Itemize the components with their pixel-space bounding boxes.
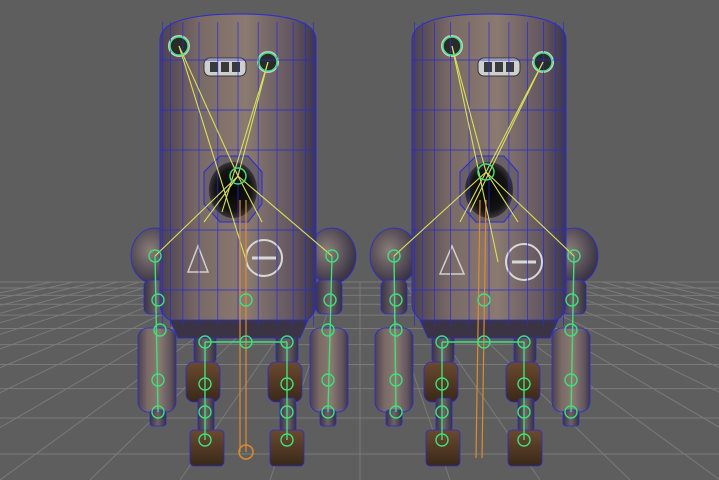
3d-viewport[interactable] <box>0 0 719 480</box>
ground-grid <box>0 281 719 480</box>
viewport-canvas[interactable] <box>0 0 719 480</box>
robot-left[interactable] <box>130 13 357 467</box>
